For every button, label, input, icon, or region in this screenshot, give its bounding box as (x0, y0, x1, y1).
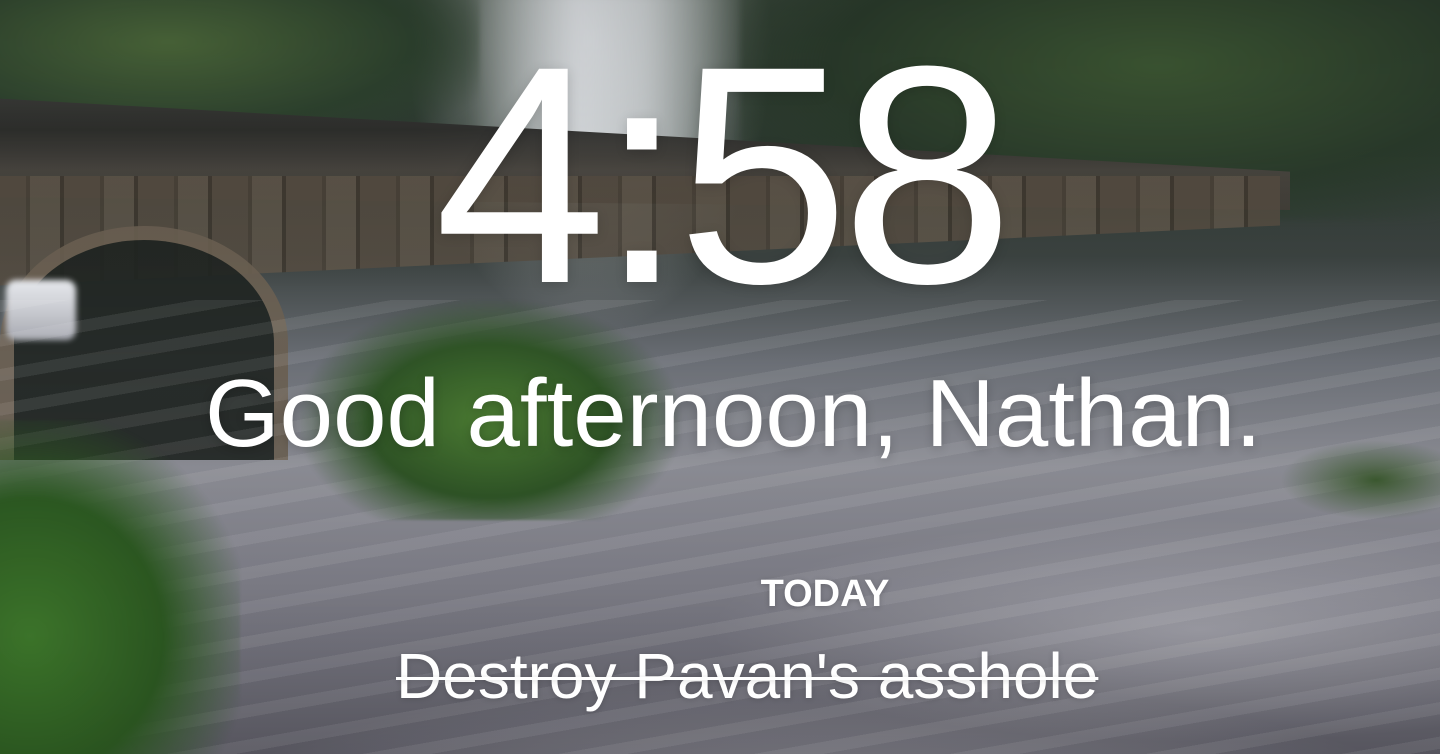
new-tab-dashboard: 4:58 Good afternoon, Nathan. TODAY Destr… (0, 0, 1440, 754)
focus-section: TODAY (0, 570, 1440, 618)
clock-time[interactable]: 4:58 (0, 10, 1220, 340)
focus-label: TODAY (760, 573, 890, 615)
focus-task-completed[interactable]: Destroy Pavan's asshole (396, 634, 1256, 718)
greeting-message[interactable]: Good afternoon, Nathan. (205, 356, 1440, 472)
